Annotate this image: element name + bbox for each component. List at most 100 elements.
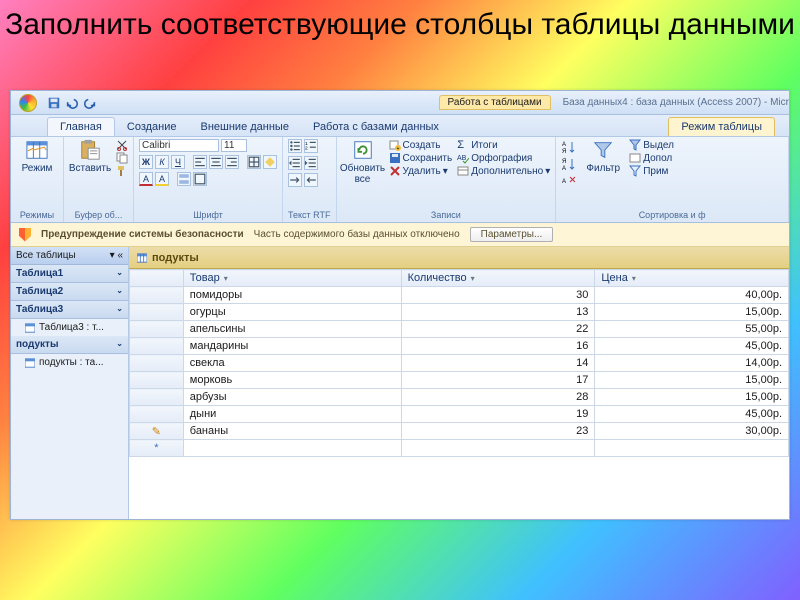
nav-group-header[interactable]: Таблица3⌄ <box>11 301 128 319</box>
spelling-button[interactable]: ABОрфография <box>457 152 550 164</box>
cell-price[interactable]: 45,00р. <box>595 338 789 355</box>
decrease-indent-button[interactable] <box>288 156 302 170</box>
row-selector[interactable] <box>130 355 184 372</box>
table-row[interactable]: помидоры3040,00р. <box>130 287 789 304</box>
tab-dbtools[interactable]: Работа с базами данных <box>301 118 451 136</box>
row-selector[interactable] <box>130 389 184 406</box>
copy-icon[interactable] <box>116 152 128 164</box>
cell-name[interactable]: морковь <box>183 372 401 389</box>
cell-qty[interactable]: 30 <box>401 287 595 304</box>
font-name-select[interactable]: Calibri <box>139 139 219 152</box>
rtl-button[interactable] <box>304 173 318 187</box>
cell-name[interactable]: дыни <box>183 406 401 423</box>
chevron-double-left-icon[interactable]: ▾ « <box>110 250 123 261</box>
grid-style-button[interactable] <box>193 172 207 186</box>
column-header[interactable]: Цена▾ <box>595 270 789 287</box>
nav-group-header[interactable]: Таблица2⌄ <box>11 283 128 301</box>
row-selector[interactable] <box>130 321 184 338</box>
paste-button[interactable]: Вставить <box>69 139 111 174</box>
alt-fill-button[interactable] <box>177 172 191 186</box>
selection-filter-button[interactable]: Выдел <box>629 139 674 151</box>
clear-sort-icon[interactable]: A <box>561 173 577 189</box>
cell-price[interactable]: 15,00р. <box>595 389 789 406</box>
cell-qty[interactable]: 13 <box>401 304 595 321</box>
cell-qty[interactable]: 22 <box>401 321 595 338</box>
sort-asc-icon[interactable]: AЯ <box>561 139 577 155</box>
table-row[interactable]: свекла1414,00р. <box>130 355 789 372</box>
tab-create[interactable]: Создание <box>115 118 189 136</box>
align-right-button[interactable] <box>225 155 239 169</box>
bold-button[interactable]: Ж <box>139 155 153 169</box>
font-size-select[interactable]: 11 <box>221 139 247 152</box>
bullets-button[interactable] <box>288 139 302 153</box>
advanced-filter-button[interactable]: Допол <box>629 152 674 164</box>
row-selector[interactable]: * <box>130 440 184 457</box>
tab-home[interactable]: Главная <box>47 117 115 136</box>
cell-name[interactable]: огурцы <box>183 304 401 321</box>
format-painter-icon[interactable] <box>116 165 128 177</box>
new-record-button[interactable]: +Создать <box>389 139 453 151</box>
table-row[interactable]: огурцы1315,00р. <box>130 304 789 321</box>
toggle-filter-button[interactable]: Прим <box>629 165 674 177</box>
cell-qty[interactable]: 19 <box>401 406 595 423</box>
security-options-button[interactable]: Параметры... <box>470 227 554 242</box>
redo-icon[interactable] <box>83 96 97 110</box>
column-header[interactable]: Количество▾ <box>401 270 595 287</box>
save-icon[interactable] <box>47 96 61 110</box>
cell-name[interactable]: апельсины <box>183 321 401 338</box>
object-tab[interactable]: подукты <box>129 247 789 269</box>
table-row[interactable]: ✎бананы2330,00р. <box>130 423 789 440</box>
sort-desc-icon[interactable]: ЯA <box>561 156 577 172</box>
nav-item[interactable]: Таблица3 : т... <box>11 319 128 336</box>
ltr-button[interactable] <box>288 173 302 187</box>
table-row[interactable]: дыни1945,00р. <box>130 406 789 423</box>
italic-button[interactable]: К <box>155 155 169 169</box>
data-grid[interactable]: Товар▾ Количество▾ Цена▾ помидоры3040,00… <box>129 269 789 457</box>
more-button[interactable]: Дополнительно ▾ <box>457 165 550 177</box>
select-all-cell[interactable] <box>130 270 184 287</box>
row-selector[interactable] <box>130 338 184 355</box>
filter-button[interactable]: Фильтр <box>582 139 624 174</box>
office-button[interactable] <box>13 91 43 115</box>
save-record-button[interactable]: Сохранить <box>389 152 453 164</box>
fill-color-button[interactable] <box>263 155 277 169</box>
gridlines-button[interactable] <box>247 155 261 169</box>
view-button[interactable]: Режим <box>16 139 58 174</box>
delete-record-button[interactable]: Удалить ▾ <box>389 165 453 177</box>
undo-icon[interactable] <box>65 96 79 110</box>
nav-header[interactable]: Все таблицы ▾ « <box>11 247 128 265</box>
cell-qty[interactable]: 28 <box>401 389 595 406</box>
cell-price[interactable]: 14,00р. <box>595 355 789 372</box>
increase-indent-button[interactable] <box>304 156 318 170</box>
align-center-button[interactable] <box>209 155 223 169</box>
table-row[interactable]: апельсины2255,00р. <box>130 321 789 338</box>
cell-name[interactable]: арбузы <box>183 389 401 406</box>
cell-price[interactable]: 30,00р. <box>595 423 789 440</box>
tab-table-tools[interactable]: Режим таблицы <box>668 117 775 136</box>
cell-price[interactable]: 15,00р. <box>595 372 789 389</box>
tab-external[interactable]: Внешние данные <box>189 118 301 136</box>
cell-name[interactable]: бананы <box>183 423 401 440</box>
cell-price[interactable]: 40,00р. <box>595 287 789 304</box>
row-selector[interactable]: ✎ <box>130 423 184 440</box>
row-selector[interactable] <box>130 304 184 321</box>
row-selector[interactable] <box>130 372 184 389</box>
font-color-button[interactable]: A <box>139 172 153 186</box>
table-row[interactable]: морковь1715,00р. <box>130 372 789 389</box>
cell-qty[interactable]: 17 <box>401 372 595 389</box>
column-header[interactable]: Товар▾ <box>183 270 401 287</box>
cell-name[interactable]: свекла <box>183 355 401 372</box>
row-selector[interactable] <box>130 406 184 423</box>
highlight-button[interactable]: A <box>155 172 169 186</box>
cell-qty[interactable]: 14 <box>401 355 595 372</box>
table-row[interactable]: мандарины1645,00р. <box>130 338 789 355</box>
nav-item[interactable]: подукты : та... <box>11 354 128 371</box>
numbering-button[interactable]: 12 <box>304 139 318 153</box>
underline-button[interactable]: Ч <box>171 155 185 169</box>
cell-name[interactable]: мандарины <box>183 338 401 355</box>
nav-group-header[interactable]: Таблица1⌄ <box>11 265 128 283</box>
nav-group-header[interactable]: подукты⌄ <box>11 336 128 354</box>
align-left-button[interactable] <box>193 155 207 169</box>
cell-name[interactable]: помидоры <box>183 287 401 304</box>
new-record-row[interactable]: * <box>130 440 789 457</box>
